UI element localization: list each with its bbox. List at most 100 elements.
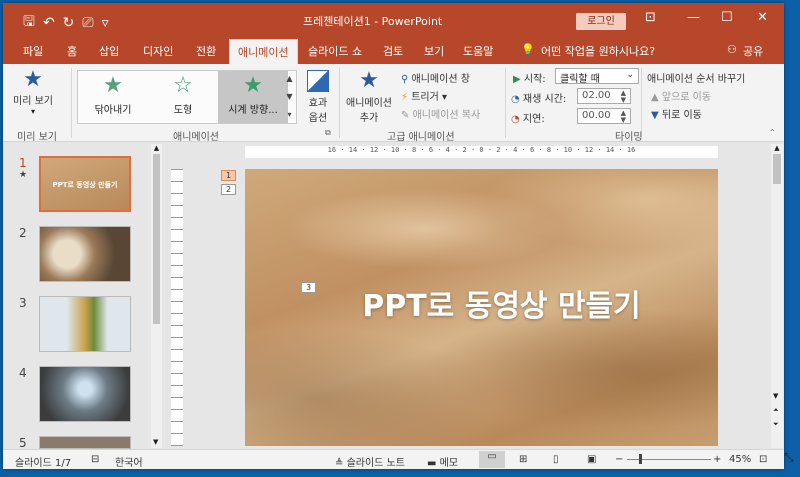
reading-view-icon[interactable]: ▯ [553, 454, 559, 465]
save-icon[interactable]: 🖫 [23, 11, 35, 35]
slide-thumbnail-3[interactable] [39, 296, 131, 352]
effect-label-2: 옵션 [308, 113, 328, 124]
window-title: 프레젠테이션1 - PowerPoint [303, 15, 443, 28]
delay-value: 00.00 [582, 110, 611, 121]
next-slide-icon[interactable]: ⏷ [773, 420, 779, 429]
thumbnail-scrollbar[interactable]: ▲ ▼ [151, 144, 162, 448]
notes-icon: ≜ [335, 458, 344, 469]
close-icon[interactable]: ✕ [757, 10, 768, 25]
collapse-ribbon-icon[interactable]: ⌃ [769, 128, 776, 137]
spellcheck-icon[interactable]: ⊟ [91, 454, 99, 465]
previous-slide-icon[interactable]: ⏶ [773, 406, 779, 415]
tab-design[interactable]: 디자인 [143, 43, 173, 59]
tab-view[interactable]: 보기 [424, 43, 444, 59]
ribbon: ★ 미리 보기 ▾ 미리 보기 ★ 닦아내기 ☆ 도형 ★ 시계 방향... ▲… [3, 64, 784, 143]
group-label-animation: 애니메이션 [173, 132, 219, 143]
slide-sorter-icon[interactable]: ⊞ [519, 454, 527, 465]
add-animation-icon: ★ [359, 68, 379, 93]
fit-to-window-icon[interactable]: ⊡ [759, 454, 767, 465]
animation-tag-1[interactable]: 1 [221, 170, 236, 181]
minimize-icon[interactable]: — [687, 10, 700, 25]
slide-number: 3 [19, 296, 27, 310]
slide-title[interactable]: PPT로 동영상 만들기 [245, 281, 718, 325]
gallery-scroll[interactable]: ▲ ▼ ▾ [281, 70, 297, 124]
start-combo[interactable]: 클릭할 때 ⌄ [555, 68, 639, 85]
move-later-button[interactable]: ▼ 뒤로 이동 [651, 106, 702, 121]
slide-number: 1 [19, 156, 27, 170]
zoom-in-icon[interactable]: + [713, 454, 721, 465]
login-button[interactable]: 로그인 [576, 13, 626, 30]
slide-number: 2 [19, 226, 27, 240]
customize-qat-icon[interactable]: ▿ [102, 15, 109, 31]
slide-thumbnail-2[interactable] [39, 226, 131, 282]
undo-icon[interactable]: ↶ [43, 15, 55, 31]
animation-painter-button[interactable]: ✎ 애니메이션 복사 [401, 106, 480, 121]
trigger-label: 트리거 [411, 92, 439, 103]
lightbulb-icon: 💡 [521, 43, 535, 56]
slide-thumbnail-1[interactable]: PPT로 동영상 만들기 [39, 156, 131, 212]
delay-spinner[interactable]: 00.00 ▲ ▼ [577, 108, 631, 124]
tab-file[interactable]: 파일 [23, 43, 43, 59]
zoom-out-icon[interactable]: − [615, 454, 623, 465]
wheel-star-icon: ★ [243, 73, 263, 98]
trigger-icon: ⚡ [401, 92, 409, 103]
tab-animations[interactable]: 애니메이션 [229, 39, 298, 64]
normal-view-icon[interactable]: ▭ [479, 451, 505, 468]
separator [71, 68, 72, 138]
editor-scrollbar[interactable]: ▲ ▼ ⏶ ⏷ [771, 144, 783, 448]
slide-thumbnail-5[interactable] [39, 436, 131, 449]
slide-thumbnail-4[interactable] [39, 366, 131, 422]
delay-clock-icon: ◔ [511, 114, 520, 125]
gallery-shape[interactable]: ☆ 도형 [148, 71, 218, 123]
gallery-wheel[interactable]: ★ 시계 방향... [218, 71, 288, 123]
resize-grip-icon[interactable]: ⤡ [784, 450, 794, 465]
redo-icon[interactable]: ↻ [63, 15, 75, 31]
play-icon: ▶ [513, 74, 521, 85]
duration-label: ◔ 재생 시간: [511, 94, 567, 105]
language-indicator[interactable]: 한국어 [115, 454, 143, 469]
dialog-launcher-icon[interactable]: ⧉ [325, 128, 331, 138]
present-from-start-icon[interactable]: ⎚ [82, 15, 93, 31]
animation-pane-icon: ⚲ [401, 74, 409, 85]
zoom-level[interactable]: 45% [729, 454, 751, 465]
comments-button[interactable]: ▬ 메모 [427, 454, 458, 469]
slide-canvas[interactable]: 3 PPT로 동영상 만들기 [245, 169, 718, 446]
start-label: ▶ 시작: [513, 74, 546, 85]
chevron-down-icon: ⌄ [626, 70, 634, 80]
comment-icon: ▬ [427, 458, 437, 469]
spinner-arrows-icon: ▲ ▼ [620, 109, 626, 124]
share-button[interactable]: 공유 [743, 43, 763, 59]
move-earlier-button[interactable]: ▲ 앞으로 이동 [651, 88, 711, 103]
tab-transitions[interactable]: 전환 [196, 43, 216, 59]
tab-help[interactable]: 도움말 [463, 43, 493, 59]
group-label-timing: 타이밍 [615, 132, 643, 143]
animation-tag-2[interactable]: 2 [221, 184, 236, 195]
tell-me-search[interactable]: 어떤 작업을 원하시나요? [541, 43, 655, 59]
user-icon: ⚇ [727, 43, 737, 56]
trigger-button[interactable]: ⚡ 트리거 ▾ [401, 88, 447, 103]
scroll-down-icon[interactable]: ▼ [153, 438, 158, 446]
add-animation-button[interactable]: ★ 애니메이션 추가 [343, 68, 395, 124]
tab-slideshow[interactable]: 슬라이드 쇼 [308, 43, 362, 59]
tab-home[interactable]: 홈 [67, 43, 77, 59]
scroll-thumb[interactable] [773, 154, 781, 184]
slideshow-view-icon[interactable]: ▣ [587, 454, 596, 465]
animation-pane-button[interactable]: ⚲ 애니메이션 창 [401, 70, 470, 85]
gallery-label: 닦아내기 [94, 105, 132, 116]
spinner-arrows-icon: ▲ ▼ [620, 89, 626, 104]
scroll-down-icon[interactable]: ▼ [773, 392, 778, 400]
tab-insert[interactable]: 삽입 [99, 43, 119, 59]
animation-gallery: ★ 닦아내기 ☆ 도형 ★ 시계 방향... [77, 70, 297, 124]
effect-options-button[interactable]: 효과 옵션 [301, 68, 335, 124]
ribbon-display-icon[interactable]: ⊡ [645, 10, 656, 25]
notes-button[interactable]: ≜ 슬라이드 노트 [335, 454, 405, 469]
scroll-thumb[interactable] [153, 154, 160, 324]
duration-spinner[interactable]: 02.00 ▲ ▼ [577, 88, 631, 104]
scroll-up-icon[interactable]: ▲ [151, 144, 162, 152]
maximize-icon[interactable]: ☐ [721, 10, 733, 25]
tab-review[interactable]: 검토 [383, 43, 403, 59]
scroll-up-icon[interactable]: ▲ [771, 144, 783, 152]
zoom-slider-thumb[interactable] [639, 454, 642, 464]
gallery-wipe[interactable]: ★ 닦아내기 [78, 71, 148, 123]
preview-button[interactable]: ★ 미리 보기 ▾ [13, 68, 53, 117]
